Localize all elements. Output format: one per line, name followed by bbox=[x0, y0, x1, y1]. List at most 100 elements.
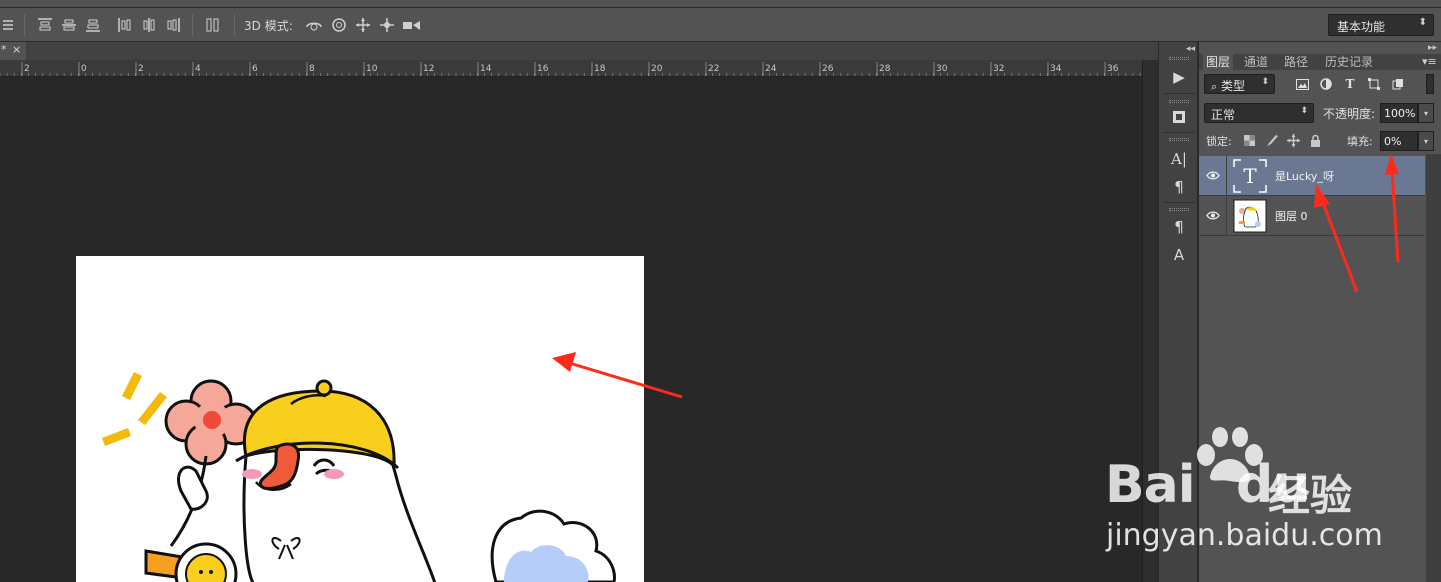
filter-kind-select[interactable]: ⌕ 类型 ⬍ bbox=[1204, 74, 1275, 94]
dock-grip[interactable] bbox=[1169, 100, 1189, 103]
type-layer-icon: T bbox=[1243, 164, 1257, 188]
tab-layers[interactable]: 图层 bbox=[1203, 54, 1234, 70]
blend-mode-select[interactable]: 正常 ⬍ bbox=[1204, 103, 1314, 123]
layer-name: 图层 0 bbox=[1275, 210, 1308, 223]
cartoon-goose-artwork bbox=[102, 372, 616, 582]
align-right-icon[interactable] bbox=[164, 16, 182, 34]
layer-list-scrollbar[interactable] bbox=[1426, 154, 1441, 582]
tab-channels[interactable]: 通道 bbox=[1241, 54, 1271, 70]
paragraph-icon[interactable]: ¶ bbox=[1167, 176, 1191, 198]
align-bottom-icon[interactable] bbox=[84, 16, 102, 34]
roll-3d-icon[interactable] bbox=[330, 16, 348, 34]
search-icon: ⌕ bbox=[1211, 80, 1218, 93]
tab-close-icon[interactable]: × bbox=[12, 43, 21, 56]
pixel-filter-icon[interactable] bbox=[1294, 76, 1310, 92]
orbit-3d-icon[interactable] bbox=[305, 16, 323, 34]
separator bbox=[1163, 93, 1195, 94]
panel-menu-icon[interactable]: ▾≡ bbox=[1422, 55, 1437, 68]
layer-name: 是Lucky_呀 bbox=[1275, 170, 1334, 183]
ruler-ticks: 2 0 2 4 6 8 10 12 14 16 18 20 22 24 26 28 30 32 34 36 bbox=[0, 62, 1141, 76]
separator bbox=[1163, 202, 1195, 203]
workspace-value: 基本功能 bbox=[1337, 20, 1386, 34]
dock-grip[interactable] bbox=[1169, 208, 1189, 211]
updown-arrow-icon: ⬍ bbox=[1261, 77, 1269, 87]
separator bbox=[1226, 196, 1227, 236]
opacity-label: 不透明度: bbox=[1323, 107, 1376, 121]
character-styles-icon[interactable]: A bbox=[1167, 244, 1191, 266]
fill-input[interactable]: 0% bbox=[1380, 131, 1418, 151]
tab-paths[interactable]: 路径 bbox=[1281, 54, 1311, 70]
tab-history[interactable]: 历史记录 bbox=[1322, 54, 1376, 70]
ruler-label: 14 bbox=[480, 64, 492, 74]
mode-3d-label: 3D 模式: bbox=[244, 19, 293, 33]
filter-kind-value: 类型 bbox=[1221, 79, 1246, 93]
pan-3d-icon[interactable] bbox=[354, 16, 372, 34]
ruler-label: 0 bbox=[81, 64, 87, 74]
lock-position-icon[interactable] bbox=[1286, 133, 1300, 147]
lock-paint-icon[interactable] bbox=[1265, 133, 1279, 147]
distribute-icon[interactable] bbox=[204, 16, 222, 34]
separator bbox=[192, 14, 193, 36]
align-edge-icon[interactable] bbox=[0, 16, 18, 34]
expand-panel-icon[interactable]: ▸▸ bbox=[1428, 43, 1437, 53]
layer-row-text[interactable]: T 是Lucky_呀 bbox=[1199, 156, 1425, 196]
smart-object-filter-icon[interactable] bbox=[1390, 76, 1406, 92]
ruler-label: 2 bbox=[24, 64, 30, 74]
separator bbox=[1226, 156, 1227, 196]
fill-label: 填充: bbox=[1347, 135, 1373, 148]
ruler-label: 24 bbox=[765, 64, 777, 74]
eye-icon[interactable] bbox=[1205, 207, 1221, 223]
ruler-label: 16 bbox=[537, 64, 549, 74]
ruler-label: 30 bbox=[936, 64, 948, 74]
slide-3d-icon[interactable] bbox=[378, 16, 396, 34]
paragraph-styles-icon[interactable]: ¶ bbox=[1167, 216, 1191, 238]
updown-arrow-icon: ⬍ bbox=[1418, 17, 1427, 28]
separator bbox=[234, 14, 235, 36]
document-tab[interactable]: * × bbox=[0, 42, 26, 60]
panel-tab-strip bbox=[1199, 54, 1441, 70]
fill-slider-toggle[interactable]: ▾ bbox=[1418, 131, 1434, 151]
filter-toggle[interactable] bbox=[1426, 74, 1434, 94]
dock-grip[interactable] bbox=[1169, 138, 1189, 141]
collapse-dock-icon[interactable]: ◂◂ bbox=[1186, 44, 1195, 54]
properties-icon[interactable] bbox=[1167, 106, 1191, 128]
lock-all-icon[interactable] bbox=[1308, 133, 1322, 147]
separator bbox=[24, 14, 25, 36]
workspace-select[interactable]: 基本功能 ⬍ bbox=[1328, 14, 1434, 36]
image-layer-thumbnail bbox=[1233, 199, 1267, 233]
lock-transparency-icon[interactable] bbox=[1242, 133, 1256, 147]
title-strip bbox=[0, 0, 1441, 8]
align-vcenter-icon[interactable] bbox=[60, 16, 78, 34]
align-left-icon[interactable] bbox=[116, 16, 134, 34]
align-hcenter-icon[interactable] bbox=[140, 16, 158, 34]
layer-row-image[interactable]: 图层 0 bbox=[1199, 196, 1425, 236]
adjustment-filter-icon[interactable] bbox=[1318, 76, 1334, 92]
align-top-icon[interactable] bbox=[36, 16, 54, 34]
text-layer-thumbnail: T bbox=[1233, 159, 1267, 193]
opacity-input[interactable]: 100% bbox=[1380, 103, 1418, 123]
watermark-url: jingyan.baidu.com bbox=[1106, 518, 1383, 553]
updown-arrow-icon: ⬍ bbox=[1300, 106, 1308, 116]
actions-play-icon[interactable]: ▶ bbox=[1167, 66, 1191, 88]
scale-3d-icon[interactable] bbox=[402, 16, 420, 34]
watermark-jingyan-cn: 经验 bbox=[1268, 471, 1353, 520]
type-filter-icon[interactable]: T bbox=[1342, 76, 1358, 92]
eye-icon[interactable] bbox=[1205, 167, 1221, 183]
dock-grip[interactable] bbox=[1169, 57, 1189, 60]
ruler-label: 32 bbox=[993, 64, 1004, 74]
options-bar: 3D 模式: 基本功能 ⬍ bbox=[0, 8, 1441, 42]
ruler-label: 20 bbox=[651, 64, 663, 74]
shape-filter-icon[interactable] bbox=[1366, 76, 1382, 92]
watermark-bai: Bai bbox=[1105, 455, 1196, 515]
character-icon[interactable]: A| bbox=[1167, 148, 1191, 170]
ruler-label: 22 bbox=[708, 64, 719, 74]
opacity-slider-toggle[interactable]: ▾ bbox=[1418, 103, 1434, 123]
ruler-label: 2 bbox=[138, 64, 144, 74]
ruler-label: 18 bbox=[594, 64, 606, 74]
ruler-label: 26 bbox=[822, 64, 834, 74]
document-canvas[interactable] bbox=[76, 256, 644, 582]
document-tab-bar bbox=[0, 42, 1158, 60]
blend-mode-value: 正常 bbox=[1211, 108, 1236, 122]
horizontal-ruler: 2 0 2 4 6 8 10 12 14 16 18 20 22 24 26 28 30 32 34 36 bbox=[0, 60, 1142, 77]
separator bbox=[1163, 132, 1195, 133]
